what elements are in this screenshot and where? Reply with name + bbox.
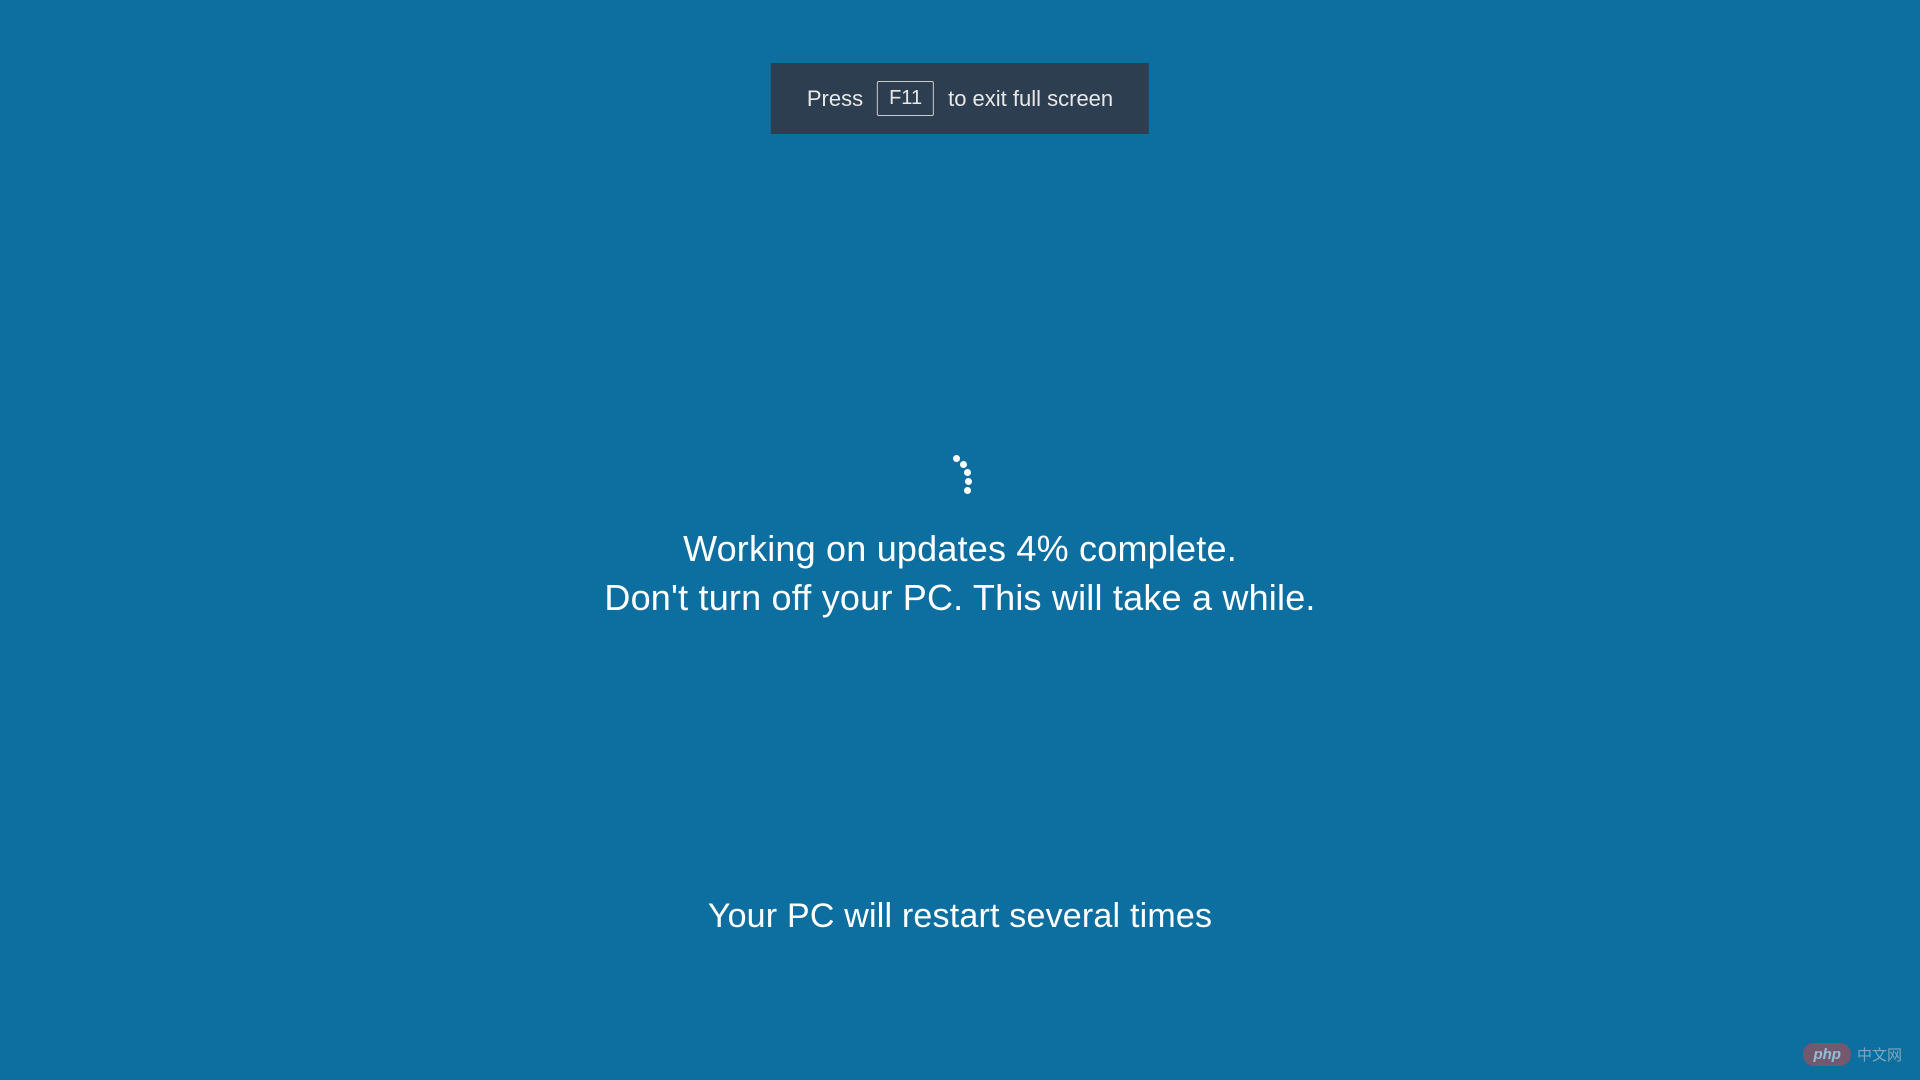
watermark-logo: php (1803, 1043, 1851, 1066)
watermark-text: 中文网 (1857, 1044, 1902, 1065)
watermark: php 中文网 (1803, 1043, 1902, 1066)
banner-press-label: Press (807, 86, 863, 112)
update-status-text: Working on updates 4% complete. Don't tu… (0, 525, 1920, 622)
restart-notice-text: Your PC will restart several times (0, 897, 1920, 936)
banner-key-label: F11 (877, 81, 934, 116)
update-warning-line: Don't turn off your PC. This will take a… (0, 574, 1920, 623)
fullscreen-exit-banner: Press F11 to exit full screen (771, 63, 1149, 134)
loading-spinner-icon (936, 455, 984, 503)
banner-exit-label: to exit full screen (948, 86, 1113, 112)
update-progress-line: Working on updates 4% complete. (0, 525, 1920, 574)
